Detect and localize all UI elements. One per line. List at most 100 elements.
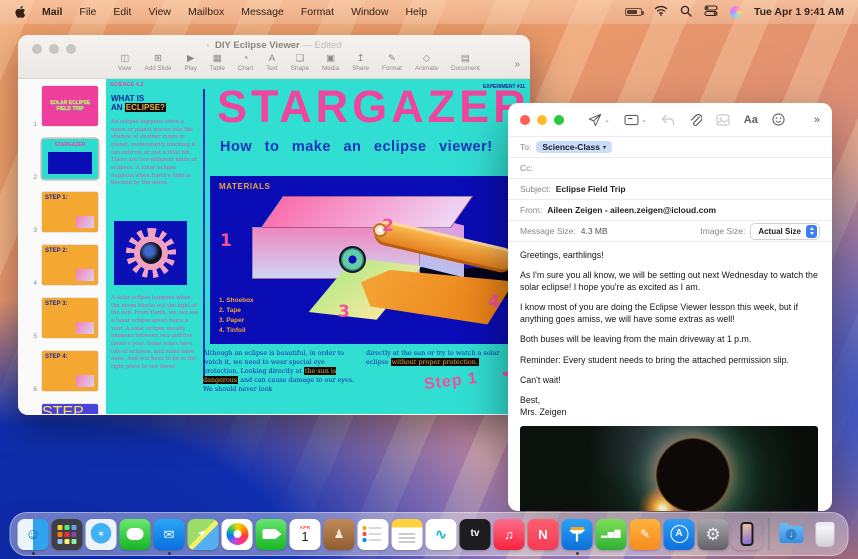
media-icon: ▣ [326,54,335,64]
slide-thumbnail-2[interactable]: 2STARGAZER [28,137,106,181]
menu-item-view[interactable]: View [148,6,171,18]
to-field[interactable]: To: Science-Class ▾ [508,136,832,157]
dock-icon-photos[interactable] [222,519,253,550]
keynote-toolbar-play[interactable]: ▶Play [185,54,197,72]
slide-thumbnail-7[interactable]: 7STEP 5: [28,402,106,414]
dock-icon-finder[interactable]: ☺ [18,519,49,550]
close-button[interactable] [32,44,42,54]
text-icon: A [269,54,275,64]
dock-icon-iphone-mirroring[interactable] [732,519,763,550]
dock-icon-launchpad[interactable] [52,519,83,550]
insert-photo-button[interactable] [716,114,730,126]
dock-icon-maps[interactable]: ➤ [188,519,219,550]
toolbar-label: Document [451,65,480,72]
dock-icon-music[interactable]: ♫ [494,519,525,550]
eclipse-photo-attachment[interactable] [520,426,818,511]
keynote-toolbar-view[interactable]: ◫View [118,54,132,72]
dock-icon-calendar[interactable]: APR1 [290,519,321,550]
keynote-toolbar-table[interactable]: ▦Table [210,54,225,72]
close-button[interactable] [520,115,530,125]
send-button[interactable]: ⌄ [588,113,610,127]
wifi-icon[interactable] [654,5,668,19]
keynote-toolbar-document[interactable]: ▤Document [451,54,480,72]
dock-icon-appstore[interactable]: A [664,519,695,550]
dock-icon-tv[interactable]: tv [460,519,491,550]
thumbnail-art [76,216,94,228]
toolbar-overflow-button[interactable]: » [814,114,820,126]
running-indicator [168,552,171,555]
dock-icon-messages[interactable] [120,519,151,550]
slide-thumbnail-1[interactable]: 1SOLAR ECLIPSE FIELD TRIP [28,84,106,128]
note-line [399,537,416,539]
keynote-toolbar-share[interactable]: ↥Share [352,54,369,72]
keynote-toolbar-shape[interactable]: ❏Shape [291,54,309,72]
menu-item-format[interactable]: Format [301,6,334,18]
menu-bar-clock[interactable]: Tue Apr 1 9:41 AM [754,6,844,18]
reply-button[interactable] [661,114,675,126]
keynote-toolbar-add-slide[interactable]: ⊞Add Slide [145,54,172,72]
menu-item-mailbox[interactable]: Mailbox [188,6,224,18]
dock-icon-safari[interactable]: ✶ [86,519,117,550]
slide-thumbnail-preview: STEP 4: [42,351,98,391]
image-size-select[interactable]: Actual Size [750,223,820,240]
slide-thumbnail-4[interactable]: 4STEP 2: [28,243,106,287]
menu-item-mail[interactable]: Mail [42,6,62,18]
dock-icon-reminders[interactable] [358,519,389,550]
siri-icon[interactable] [730,6,742,18]
from-field[interactable]: From: Aileen Zeigen - aileen.zeigen@iclo… [508,199,832,220]
body-paragraph: Reminder: Every student needs to bring t… [520,355,820,366]
dock-icon-pages[interactable]: ✎ [630,519,661,550]
dock-icon-freeform[interactable]: ∿ [426,519,457,550]
thumbnail-art [76,375,94,387]
maps-glyph-icon: ➤ [196,527,209,540]
recipient-token[interactable]: Science-Class ▾ [536,141,612,153]
keynote-toolbar-animate[interactable]: ◇Animate [415,54,438,72]
dock-icon-facetime[interactable] [256,519,287,550]
zoom-button[interactable] [66,44,76,54]
dock-icon-trash[interactable] [810,519,841,550]
menu-item-window[interactable]: Window [351,6,388,18]
slide-canvas[interactable]: SCIENCE 4.2 EXPERIMENT #11 WHAT IS AN EC… [106,79,530,414]
emoji-button[interactable] [772,113,785,126]
subject-field[interactable]: Subject: Eclipse Field Trip [508,178,832,199]
dock-icon-mail[interactable]: ✉ [154,519,185,550]
minimize-button[interactable] [49,44,59,54]
message-body[interactable]: Greetings, earthlings!As I'm sure you al… [508,241,832,424]
menu-item-message[interactable]: Message [241,6,284,18]
dock-icon-contacts[interactable]: ♟ [324,519,355,550]
spotlight-search-icon[interactable] [680,5,692,20]
control-center-icon[interactable] [704,5,718,19]
cc-field[interactable]: Cc: [508,157,832,178]
dock-icon-keynote[interactable] [562,519,593,550]
mail-toolbar[interactable]: ⌄ ⌄ Aa » [508,103,832,136]
send-options-chevron[interactable]: ⌄ [604,116,610,124]
slide-thumbnail-5[interactable]: 5STEP 3: [28,296,106,340]
keynote-toolbar-overflow[interactable]: » [514,59,520,70]
slide-thumbnail-3[interactable]: 3STEP 1: [28,190,106,234]
header-fields-button[interactable]: ⌄ [624,114,647,126]
dock-icon-notes[interactable] [392,519,423,550]
materials-number-2: 2 [382,216,394,236]
keynote-titlebar[interactable]: ▫ DIY Eclipse Viewer — Edited ◫View⊞Add … [18,35,530,79]
keynote-toolbar-media[interactable]: ▣Media [322,54,339,72]
menu-item-file[interactable]: File [79,6,96,18]
add-slide-icon: ⊞ [154,54,162,64]
keynote-toolbar-chart[interactable]: ◔Chart [238,54,253,72]
zoom-button[interactable] [554,115,564,125]
slide-thumbnail-6[interactable]: 6STEP 4: [28,349,106,393]
menu-item-help[interactable]: Help [405,6,427,18]
minimize-button[interactable] [537,115,547,125]
format-text-button[interactable]: Aa [744,114,758,126]
dock-icon-numbers[interactable]: ▂▅▇ [596,519,627,550]
menu-bar-status: Tue Apr 1 9:41 AM [625,5,844,20]
battery-icon[interactable] [625,8,642,16]
keynote-toolbar-text[interactable]: AText [266,54,278,72]
reminder-line [363,526,382,530]
keynote-toolbar-format[interactable]: ✎Format [382,54,402,72]
dock-icon-downloads[interactable]: ↓ [776,519,807,550]
menu-item-edit[interactable]: Edit [113,6,131,18]
attach-button[interactable] [689,113,702,127]
dock-icon-settings[interactable]: ⚙ [698,519,729,550]
apple-menu-icon[interactable] [14,5,26,19]
dock-icon-news[interactable]: N [528,519,559,550]
